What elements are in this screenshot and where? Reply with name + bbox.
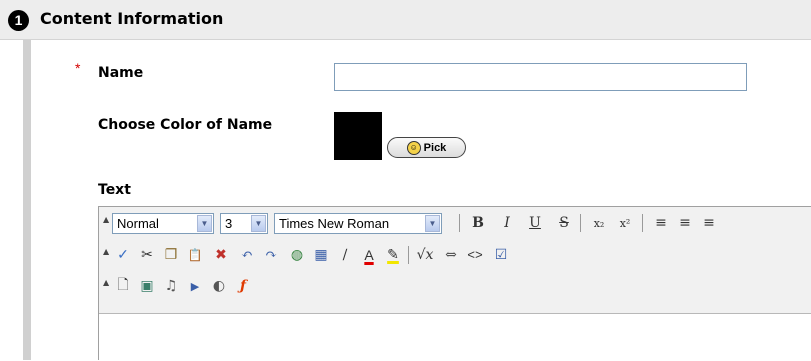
html-source-icon[interactable]: <>	[464, 245, 486, 265]
insert-link-icon[interactable]: ◍	[286, 245, 308, 265]
section-left-rule	[23, 40, 31, 360]
name-label: Name	[98, 65, 144, 81]
subscript-icon[interactable]: x₂	[588, 213, 610, 233]
font-family-select[interactable]: Times New Roman ▼	[274, 213, 442, 234]
toolbar-separator	[580, 214, 581, 232]
font-size-select[interactable]: 3 ▼	[220, 213, 268, 234]
insert-audio-icon[interactable]: ♫	[160, 276, 182, 296]
paragraph-style-value: Normal	[117, 216, 159, 231]
insert-applet-icon[interactable]: ◐	[208, 276, 230, 296]
pick-color-button[interactable]: ☺ Pick	[387, 137, 466, 158]
insert-table-icon[interactable]: ▦	[310, 245, 332, 265]
dropdown-arrow-icon[interactable]: ▼	[425, 215, 440, 232]
redo-icon[interactable]: ↷	[260, 245, 282, 265]
color-palette-icon: ☺	[406, 140, 421, 155]
collapse-arrow-icon[interactable]: ▲	[103, 278, 109, 287]
align-right-icon[interactable]: ≡	[698, 213, 720, 233]
insert-file-icon[interactable]: 🗋	[112, 276, 134, 296]
highlight-icon[interactable]: ✎	[382, 245, 404, 265]
underline-icon[interactable]: U	[524, 213, 546, 233]
insert-video-icon[interactable]: ▶	[184, 276, 206, 296]
color-label: Choose Color of Name	[98, 117, 273, 133]
collapse-arrow-icon[interactable]: ▲	[103, 215, 109, 224]
step-number-badge: 1	[8, 10, 29, 31]
toolbar-separator	[642, 214, 643, 232]
pick-button-label: Pick	[423, 141, 447, 154]
toolbar-row-1: ▲ Normal ▼ 3 ▼ Times New Roman ▼ B I U S…	[99, 208, 811, 238]
draw-line-icon[interactable]: ∕	[334, 245, 356, 265]
copy-icon[interactable]: ❐	[160, 245, 182, 265]
section-header: 1 Content Information	[0, 0, 811, 40]
toolbar-separator	[408, 246, 409, 264]
section-title: Content Information	[40, 9, 224, 28]
editor-toolbar: ▲ Normal ▼ 3 ▼ Times New Roman ▼ B I U S…	[99, 207, 811, 314]
insert-image-icon[interactable]: ▣	[136, 276, 158, 296]
name-input[interactable]	[334, 63, 747, 91]
strikethrough-icon[interactable]: S	[553, 213, 575, 233]
paragraph-style-select[interactable]: Normal ▼	[112, 213, 214, 234]
align-center-icon[interactable]: ≡	[674, 213, 696, 233]
required-marker: *	[75, 60, 81, 76]
superscript-icon[interactable]: x²	[614, 213, 636, 233]
paste-icon[interactable]: 📋	[184, 245, 206, 265]
italic-icon[interactable]: I	[496, 213, 518, 233]
dropdown-arrow-icon[interactable]: ▼	[197, 215, 212, 232]
bold-icon[interactable]: B	[467, 213, 489, 233]
collapse-arrow-icon[interactable]: ▲	[103, 247, 109, 256]
editor-text-area[interactable]	[99, 314, 811, 361]
undo-icon[interactable]: ↶	[236, 245, 258, 265]
spellcheck-icon[interactable]: ✓	[112, 245, 134, 265]
align-left-icon[interactable]: ≡	[650, 213, 672, 233]
font-size-value: 3	[225, 216, 233, 231]
dropdown-arrow-icon[interactable]: ▼	[251, 215, 266, 232]
toolbar-row-3: ▲ 🗋 ▣ ♫ ▶ ◐ ƒ	[99, 271, 811, 301]
anchor-icon[interactable]: ⇔	[440, 245, 462, 265]
preview-icon[interactable]: ☑	[490, 245, 512, 265]
font-family-value: Times New Roman	[279, 216, 390, 231]
color-swatch[interactable]	[334, 112, 382, 160]
text-label: Text	[98, 182, 131, 198]
toolbar-row-2: ▲ ✓ ✂ ❐ 📋 ✖ ↶ ↷ ◍ ▦ ∕ A ✎ √x ⇔ <> ☑	[99, 240, 811, 270]
insert-flash-icon[interactable]: ƒ	[232, 276, 254, 296]
text-color-icon[interactable]: A	[358, 245, 380, 265]
text-editor: ▲ Normal ▼ 3 ▼ Times New Roman ▼ B I U S…	[98, 206, 811, 361]
equation-icon[interactable]: √x	[414, 245, 436, 265]
remove-format-icon[interactable]: ✖	[210, 245, 232, 265]
cut-icon[interactable]: ✂	[136, 245, 158, 265]
toolbar-separator	[459, 214, 460, 232]
